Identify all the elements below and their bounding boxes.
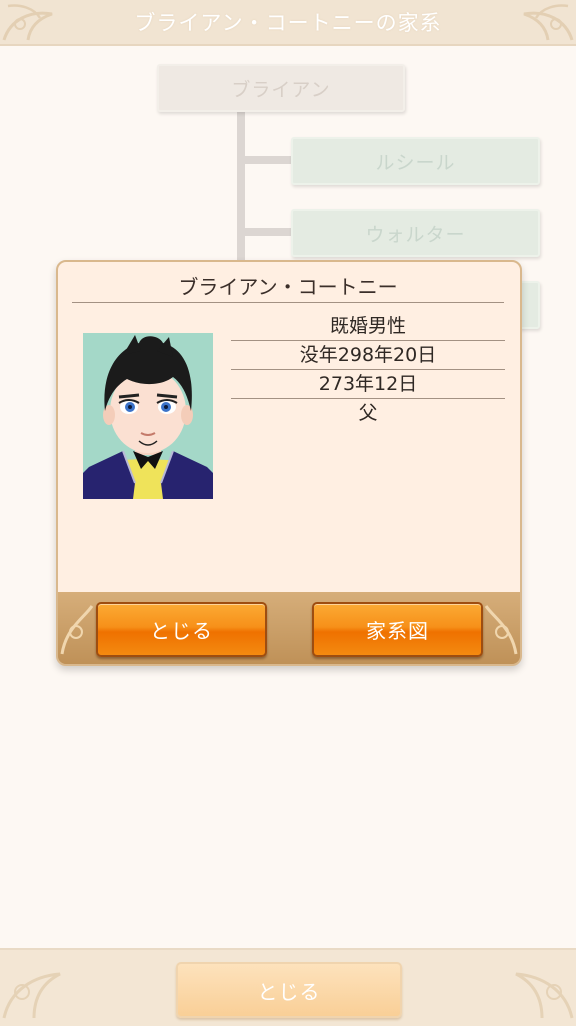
tree-connector-horizontal [245,156,291,164]
floral-ornament-icon [484,605,518,655]
family-tree-button-label: 家系図 [366,619,429,643]
bottom-close-button[interactable]: とじる [176,962,402,1018]
page-title: ブライアン・コートニーの家系 [134,11,442,35]
tree-node-label: ウォルター [365,223,466,246]
info-relation: 父 [358,402,378,424]
info-death-date: 没年298年20日 [231,341,505,370]
tree-connector-vertical [237,112,245,272]
header-bar: ブライアン・コートニーの家系 [0,0,576,46]
floral-ornament-icon [515,972,574,1019]
info-birth-date: 273年12日 [231,370,505,399]
floral-ornament-icon [523,4,574,41]
info-marital-status: 既婚男性 [231,312,505,341]
family-tree-button[interactable]: 家系図 [312,602,483,657]
tree-node-label: ルシール [375,151,456,174]
close-button-label: とじる [150,619,213,643]
close-button[interactable]: とじる [96,602,267,657]
dialog-footer: とじる 家系図 [58,592,520,664]
character-detail-dialog: ブライアン・コートニー 既婚男性 没年298年20日 273年12日 父 とじる… [56,260,522,666]
bottom-close-label: とじる [257,979,321,1004]
character-portrait [83,333,213,499]
tree-node-child[interactable]: ウォルター [291,209,540,257]
floral-ornament-icon [2,972,61,1019]
floral-ornament-icon [2,4,53,41]
floral-ornament-icon [60,605,94,655]
tree-node-root[interactable]: ブライアン [157,64,405,112]
tree-connector-horizontal [245,228,291,236]
character-name: ブライアン・コートニー [72,272,504,303]
tree-node-child[interactable]: ルシール [291,137,540,185]
bottom-bar: とじる [0,948,576,1026]
tree-node-label: ブライアン [231,78,331,101]
